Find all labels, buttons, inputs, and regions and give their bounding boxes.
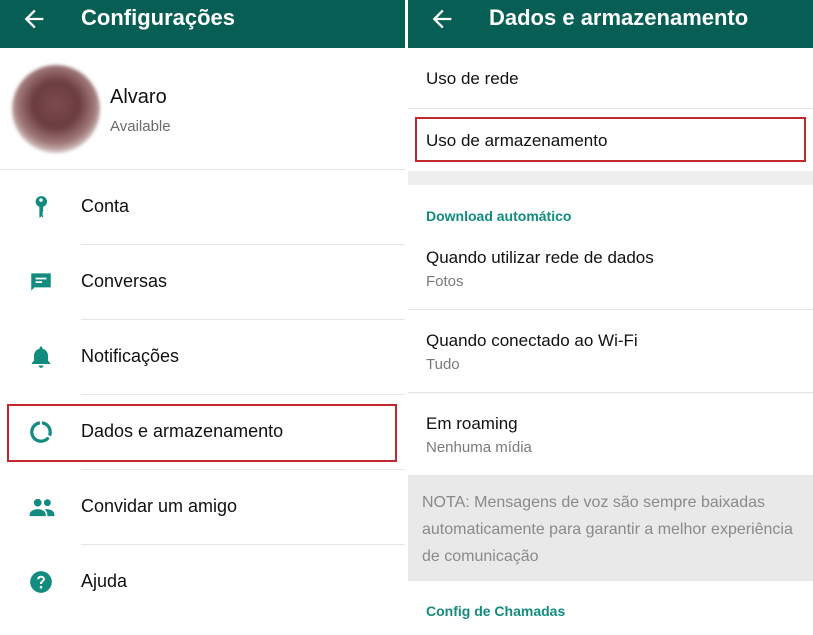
calls-settings-header: Config de Chamadas: [426, 603, 566, 619]
menu-item-label: Dados e armazenamento: [81, 421, 284, 441]
profile-status: Available: [110, 118, 171, 135]
people-icon: [28, 494, 55, 520]
menu-item-dados-armazenamento[interactable]: Dados e armazenamento: [0, 395, 405, 470]
wifi-title: Quando conectado ao Wi-Fi: [426, 331, 638, 350]
page-title: Dados e armazenamento: [489, 5, 749, 30]
mobile-data-download-item[interactable]: Quando utilizar rede de dados Fotos: [408, 228, 813, 310]
avatar[interactable]: [12, 65, 100, 153]
roaming-title: Em roaming: [426, 414, 518, 433]
auto-download-header: Download automático: [426, 208, 572, 224]
wifi-value: Tudo: [426, 356, 460, 373]
menu-item-conversas[interactable]: Conversas: [0, 245, 405, 320]
wifi-download-item[interactable]: Quando conectado ao Wi-Fi Tudo: [408, 310, 813, 393]
profile-name: Alvaro: [110, 86, 167, 108]
storage-usage-item[interactable]: Uso de armazenamento: [408, 109, 813, 171]
menu-item-label: Conta: [81, 196, 130, 216]
roaming-value: Nenhuma mídia: [426, 439, 532, 456]
back-arrow-icon[interactable]: [20, 5, 48, 33]
storage-usage-label: Uso de armazenamento: [426, 131, 608, 150]
mobile-data-title: Quando utilizar rede de dados: [426, 248, 654, 267]
menu-item-ajuda[interactable]: Ajuda: [0, 545, 405, 620]
menu-item-conta[interactable]: Conta: [0, 170, 405, 245]
note-text: NOTA: Mensagens de voz são sempre baixad…: [422, 494, 793, 565]
voice-note-info: NOTA: Mensagens de voz são sempre baixad…: [408, 475, 813, 581]
page-title: Configurações: [81, 5, 236, 30]
bell-icon: [28, 344, 54, 370]
menu-item-label: Convidar um amigo: [81, 496, 238, 516]
mobile-data-value: Fotos: [426, 273, 464, 290]
data-storage-app-bar: Dados e armazenamento: [408, 0, 813, 48]
section-separator: [408, 171, 813, 185]
roaming-download-item[interactable]: Em roaming Nenhuma mídia: [408, 393, 813, 475]
chat-icon: [28, 269, 54, 295]
menu-item-label: Ajuda: [81, 571, 128, 591]
back-arrow-icon[interactable]: [428, 5, 456, 33]
data-usage-icon: [28, 419, 54, 445]
menu-item-notificacoes[interactable]: Notificações: [0, 320, 405, 395]
menu-item-label: Conversas: [81, 271, 168, 291]
settings-screen: Configurações Alvaro Available Conta Con…: [0, 0, 405, 635]
menu-item-label: Notificações: [81, 346, 180, 366]
help-icon: [28, 569, 54, 595]
key-icon: [28, 194, 54, 220]
profile-row[interactable]: Alvaro Available: [0, 48, 405, 170]
network-usage-label: Uso de rede: [426, 69, 519, 88]
menu-item-convidar-amigo[interactable]: Convidar um amigo: [0, 470, 405, 545]
settings-app-bar: Configurações: [0, 0, 405, 48]
data-storage-screen: Dados e armazenamento Uso de rede Uso de…: [408, 0, 813, 635]
network-usage-item[interactable]: Uso de rede: [408, 48, 813, 109]
